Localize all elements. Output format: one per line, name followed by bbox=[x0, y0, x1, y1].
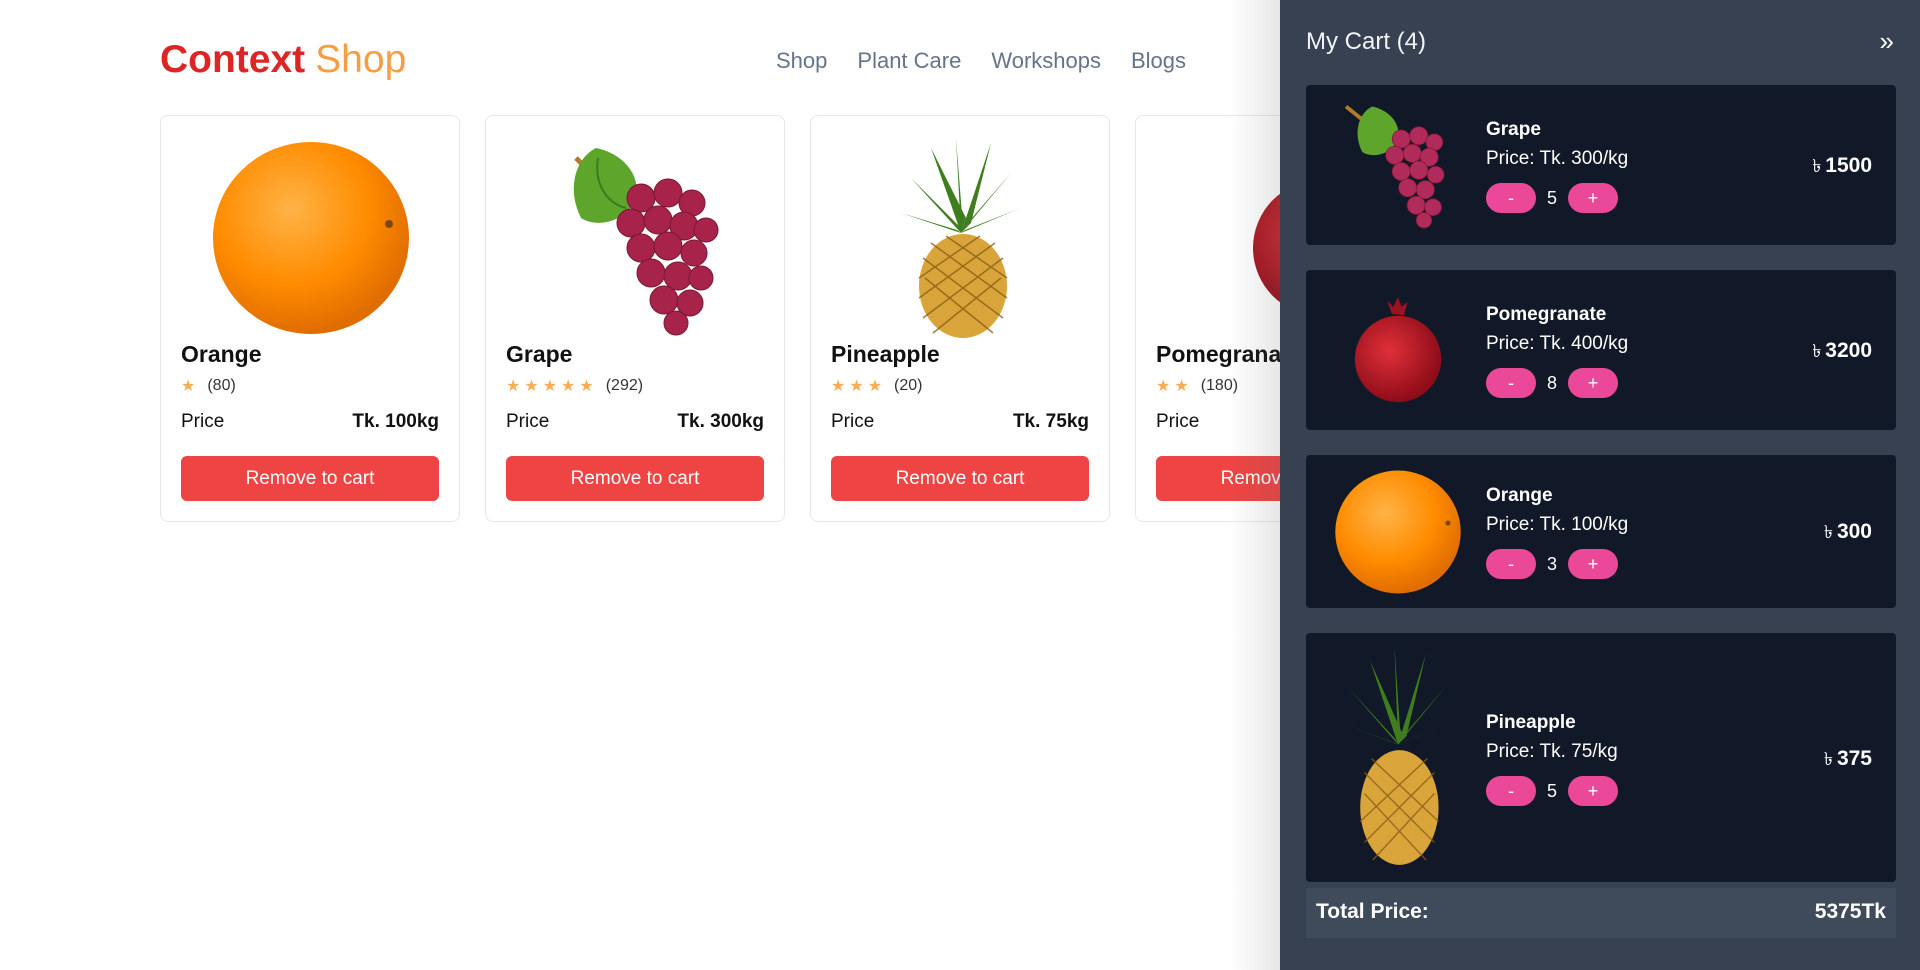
main-nav: Shop Plant Care Workshops Blogs bbox=[776, 44, 1186, 78]
remove-to-cart-button[interactable]: Remove to cart bbox=[181, 456, 439, 501]
total-price-value: 5375Tk bbox=[1814, 900, 1886, 923]
qty-value: 8 bbox=[1546, 372, 1557, 393]
page: Context Shop Shop Plant Care Workshops Bl… bbox=[0, 0, 1920, 970]
product-card: Grape ★★★★★ (292) Price Tk. 300kg Remove… bbox=[485, 115, 785, 522]
taka-symbol: ৳ bbox=[1812, 156, 1822, 176]
orange-icon bbox=[161, 128, 459, 348]
cart-title: My Cart (4) bbox=[1306, 28, 1426, 55]
price-label: Price bbox=[181, 411, 225, 432]
product-card: Pineapple ★★★ (20) Price Tk. 75kg Remove… bbox=[810, 115, 1110, 522]
cart-item-info: Pineapple Price: Tk. 75/kg - 5 + bbox=[1486, 710, 1618, 806]
cart-item-info: Orange Price: Tk. 100/kg - 3 + bbox=[1486, 483, 1628, 579]
double-chevron-right-icon[interactable]: » bbox=[1880, 26, 1894, 56]
product-rating: ★ (80) bbox=[181, 376, 236, 396]
cart-item-total-value: 1500 bbox=[1825, 154, 1872, 177]
logo-part-2: Shop bbox=[315, 38, 407, 81]
product-name: Pineapple bbox=[831, 341, 940, 367]
cart-item-name: Orange bbox=[1486, 485, 1553, 506]
logo-part-1: Context bbox=[160, 38, 306, 81]
star-rating-icon: ★★★ bbox=[831, 378, 887, 395]
nav-plant-care[interactable]: Plant Care bbox=[857, 44, 961, 78]
cart-item-total-value: 375 bbox=[1836, 747, 1872, 770]
taka-symbol: ৳ bbox=[1823, 749, 1833, 769]
cart-item-price: Price: Tk. 400/kg bbox=[1486, 333, 1629, 354]
cart-item: Pineapple Price: Tk. 75/kg - 5 + ৳ 375 bbox=[1306, 633, 1896, 882]
decrease-qty-button[interactable]: - bbox=[1486, 776, 1536, 806]
increase-qty-button[interactable]: + bbox=[1568, 368, 1618, 398]
quantity-stepper: - 5 + bbox=[1486, 776, 1618, 806]
cart-item: Orange Price: Tk. 100/kg - 3 + ৳ 300 bbox=[1306, 455, 1896, 608]
cart-item-total: ৳ 3200 bbox=[1812, 337, 1872, 368]
review-count: (80) bbox=[207, 377, 236, 394]
cart-item-total: ৳ 1500 bbox=[1812, 152, 1872, 183]
star-rating-icon: ★★★★★ bbox=[506, 378, 598, 395]
product-name: Grape bbox=[506, 341, 573, 367]
cart-item-total: ৳ 375 bbox=[1824, 745, 1872, 776]
price-value: Tk. 100kg bbox=[352, 411, 439, 432]
price-value: Tk. 75kg bbox=[1012, 411, 1089, 432]
total-price-label: Total Price: bbox=[1316, 900, 1429, 923]
quantity-stepper: - 3 + bbox=[1486, 549, 1628, 579]
cart-item-name: Pomegranate bbox=[1486, 304, 1607, 325]
taka-symbol: ৳ bbox=[1812, 341, 1822, 361]
cart-item-price: Price: Tk. 300/kg bbox=[1486, 148, 1629, 169]
cart-item: Pomegranate Price: Tk. 400/kg - 8 + ৳ 320… bbox=[1306, 270, 1896, 430]
remove-to-cart-button[interactable]: Remove to cart bbox=[506, 456, 764, 501]
qty-value: 5 bbox=[1546, 780, 1557, 801]
product-rating: ★★★ (20) bbox=[831, 376, 922, 396]
qty-value: 3 bbox=[1546, 553, 1557, 574]
cart-item-total-value: 3200 bbox=[1825, 339, 1872, 362]
pineapple-icon bbox=[1328, 643, 1468, 873]
cart-total-bar: Total Price: 5375Tk bbox=[1306, 888, 1896, 938]
increase-qty-button[interactable]: + bbox=[1568, 183, 1618, 213]
product-name: Orange bbox=[181, 341, 262, 367]
price-value: Tk. 300kg bbox=[677, 411, 764, 432]
orange-icon bbox=[1328, 467, 1468, 597]
review-count: (20) bbox=[894, 377, 923, 394]
decrease-qty-button[interactable]: - bbox=[1486, 183, 1536, 213]
increase-qty-button[interactable]: + bbox=[1568, 549, 1618, 579]
star-rating-icon: ★ bbox=[181, 378, 200, 395]
review-count: (292) bbox=[605, 377, 644, 394]
cart-item-total-value: 300 bbox=[1836, 520, 1872, 543]
cart-item-total: ৳ 300 bbox=[1824, 518, 1872, 549]
decrease-qty-button[interactable]: - bbox=[1486, 549, 1536, 579]
star-rating-icon: ★★ bbox=[1156, 378, 1193, 395]
logo[interactable]: Context Shop bbox=[160, 36, 406, 84]
price-label: Price bbox=[1156, 411, 1200, 432]
nav-blogs[interactable]: Blogs bbox=[1131, 44, 1186, 78]
quantity-stepper: - 8 + bbox=[1486, 368, 1628, 398]
product-rating: ★★★★★ (292) bbox=[506, 376, 643, 396]
cart-item-name: Pineapple bbox=[1486, 712, 1576, 733]
price-label: Price bbox=[506, 411, 550, 432]
nav-shop[interactable]: Shop bbox=[776, 44, 827, 78]
cart-item-price: Price: Tk. 75/kg bbox=[1486, 741, 1618, 762]
cart-item-info: Pomegranate Price: Tk. 400/kg - 8 + bbox=[1486, 302, 1628, 398]
grape-icon bbox=[486, 128, 784, 348]
pomegranate-icon bbox=[1328, 285, 1468, 415]
cart-drawer: My Cart (4) » Grape Price: Tk. 300/kg - … bbox=[1280, 0, 1920, 970]
cart-item: Grape Price: Tk. 300/kg - 5 + ৳ 1500 bbox=[1306, 85, 1896, 245]
price-label: Price bbox=[831, 411, 875, 432]
quantity-stepper: - 5 + bbox=[1486, 183, 1628, 213]
grape-icon bbox=[1328, 100, 1468, 230]
nav-workshops[interactable]: Workshops bbox=[991, 44, 1101, 78]
product-card: Orange ★ (80) Price Tk. 100kg Remove to … bbox=[160, 115, 460, 522]
overlay-shadow bbox=[1230, 0, 1280, 970]
cart-item-info: Grape Price: Tk. 300/kg - 5 + bbox=[1486, 117, 1628, 213]
decrease-qty-button[interactable]: - bbox=[1486, 368, 1536, 398]
increase-qty-button[interactable]: + bbox=[1568, 776, 1618, 806]
taka-symbol: ৳ bbox=[1823, 522, 1833, 542]
cart-item-price: Price: Tk. 100/kg bbox=[1486, 514, 1629, 535]
product-rating: ★★ (180) bbox=[1156, 376, 1238, 396]
remove-to-cart-button[interactable]: Remove to cart bbox=[831, 456, 1089, 501]
qty-value: 5 bbox=[1546, 187, 1557, 208]
header: Context Shop Shop Plant Care Workshops Bl… bbox=[160, 36, 1260, 86]
cart-item-name: Grape bbox=[1486, 119, 1541, 140]
pineapple-icon bbox=[811, 128, 1109, 348]
